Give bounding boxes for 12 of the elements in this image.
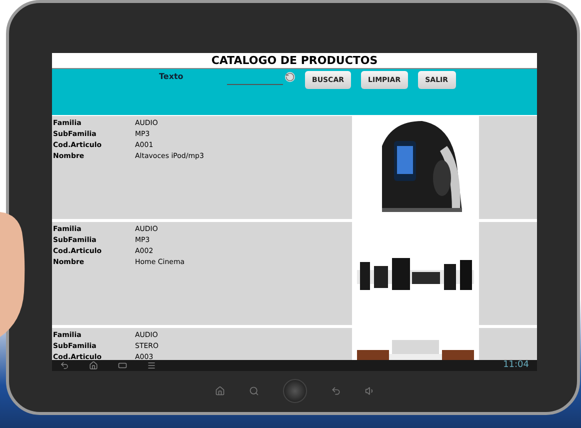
- home-icon[interactable]: [89, 361, 98, 370]
- home-icon[interactable]: [214, 386, 224, 396]
- refresh-icon[interactable]: [285, 72, 295, 82]
- recent-apps-icon[interactable]: [118, 361, 127, 370]
- clock: 11:04: [503, 360, 529, 371]
- back-icon[interactable]: [60, 361, 69, 370]
- home-button[interactable]: [282, 379, 306, 403]
- search-label: Texto: [159, 71, 184, 83]
- back-icon[interactable]: [330, 386, 340, 396]
- volume-icon[interactable]: [364, 386, 374, 396]
- search-icon[interactable]: [248, 386, 258, 396]
- menu-icon[interactable]: [147, 361, 156, 370]
